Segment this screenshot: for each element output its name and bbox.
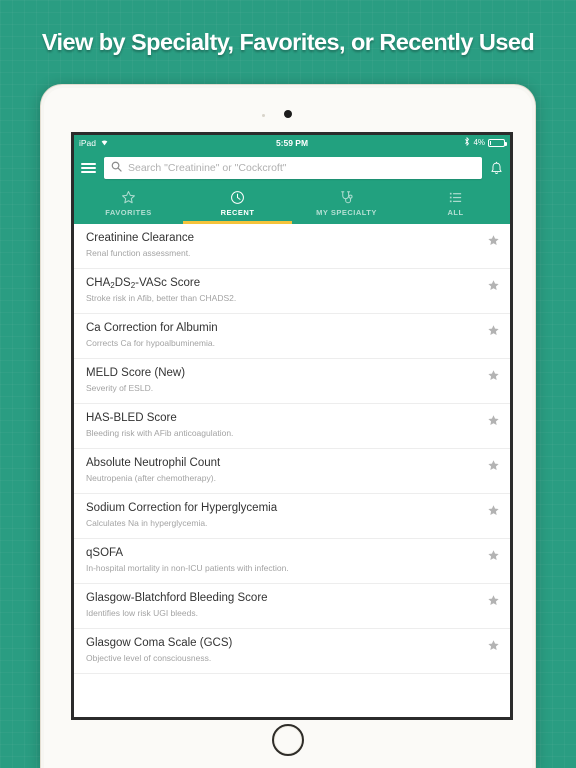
search-placeholder-text: Search "Creatinine" or "Cockcroft" (128, 162, 287, 174)
hamburger-menu-icon[interactable] (81, 163, 96, 173)
list-item[interactable]: CHA2DS2-VASc Score Stroke risk in Afib, b… (74, 269, 510, 314)
promo-headline: View by Specialty, Favorites, or Recentl… (41, 29, 535, 55)
list-item[interactable]: MELD Score (New) Severity of ESLD. (74, 359, 510, 404)
list-item-title: Glasgow-Blatchford Bleeding Score (86, 592, 268, 604)
list-item[interactable]: Creatinine Clearance Renal function asses… (74, 224, 510, 269)
list-item-title: Glasgow Coma Scale (GCS) (86, 637, 233, 649)
list-item-title: Absolute Neutrophil Count (86, 457, 221, 469)
list-item-subtitle: Identifies low risk UGI bleeds. (86, 608, 198, 619)
list-item-subtitle: Renal function assessment. (86, 248, 191, 259)
ios-status-bar: iPad 5:59 PM 4% (74, 135, 510, 150)
tab-bar: FAVORITES RECENT MY SPECIALTY ALL (74, 186, 510, 224)
tab-recent-label: RECENT (220, 208, 255, 217)
battery-icon (488, 138, 507, 147)
tab-recent[interactable]: RECENT (183, 186, 292, 224)
list-item[interactable]: Ca Correction for Albumin Corrects Ca for… (74, 314, 510, 359)
list-item-subtitle: In-hospital mortality in non-ICU patient… (86, 563, 289, 574)
list-item-title: Ca Correction for Albumin (86, 322, 218, 334)
list-item[interactable]: Absolute Neutrophil Count Neutropenia (af… (74, 449, 510, 494)
star-filled-icon[interactable] (487, 324, 500, 337)
list-item-subtitle: Calculates Na in hyperglycemia. (86, 518, 208, 529)
list-item-title: Creatinine Clearance (86, 232, 195, 244)
calculator-list[interactable]: Creatinine Clearance Renal function asses… (74, 224, 510, 717)
list-item-title: MELD Score (New) (86, 367, 186, 379)
battery-percent-label: 4% (473, 138, 485, 147)
search-icon (111, 159, 122, 177)
star-filled-icon[interactable] (487, 414, 500, 427)
star-filled-icon[interactable] (487, 369, 500, 382)
search-input[interactable]: Search "Creatinine" or "Cockcroft" (104, 157, 482, 179)
list-item-subtitle: Neutropenia (after chemotherapy). (86, 473, 216, 484)
list-item-subtitle: Objective level of consciousness. (86, 653, 212, 664)
star-filled-icon[interactable] (487, 504, 500, 517)
list-item-title: CHA2DS2-VASc Score (86, 277, 201, 290)
wifi-icon (100, 138, 109, 148)
list-item-subtitle: Corrects Ca for hypoalbuminemia. (86, 338, 215, 349)
list-item[interactable]: HAS-BLED Score Bleeding risk with AFib an… (74, 404, 510, 449)
star-filled-icon[interactable] (487, 234, 500, 247)
list-item-subtitle: Stroke risk in Afib, better than CHADS2. (86, 293, 237, 304)
status-bar-left: iPad (79, 138, 109, 148)
bluetooth-icon (464, 136, 470, 148)
star-filled-icon[interactable] (487, 639, 500, 652)
star-filled-icon[interactable] (487, 594, 500, 607)
star-filled-icon[interactable] (487, 279, 500, 292)
tab-all-label: ALL (447, 208, 464, 217)
list-item[interactable]: Glasgow-Blatchford Bleeding Score Identif… (74, 584, 510, 629)
ipad-bezel: iPad 5:59 PM 4% Search "Creatinine" or "… (44, 88, 532, 768)
clock-label: 5:59 PM (275, 137, 309, 148)
ipad-screen: iPad 5:59 PM 4% Search "Creatinine" or "… (71, 132, 513, 720)
tab-my-specialty-label: MY SPECIALTY (316, 208, 377, 217)
app-search-bar: Search "Creatinine" or "Cockcroft" (74, 150, 510, 186)
tab-favorites-label: FAVORITES (105, 208, 152, 217)
list-item[interactable]: Sodium Correction for Hyperglycemia Calcu… (74, 494, 510, 539)
carrier-label: iPad (79, 137, 97, 148)
camera-dot-icon (284, 110, 292, 118)
list-item-subtitle: Severity of ESLD. (86, 383, 154, 394)
star-filled-icon[interactable] (487, 459, 500, 472)
list-icon (448, 190, 463, 205)
star-filled-icon[interactable] (487, 549, 500, 562)
ambient-sensor-icon (262, 114, 265, 117)
list-item-title: HAS-BLED Score (86, 412, 177, 424)
stethoscope-icon (339, 190, 354, 205)
home-button-icon[interactable] (272, 724, 304, 756)
tab-all[interactable]: ALL (401, 186, 510, 224)
tab-my-specialty[interactable]: MY SPECIALTY (292, 186, 401, 224)
list-item-title: Sodium Correction for Hyperglycemia (86, 502, 278, 514)
list-item[interactable]: Glasgow Coma Scale (GCS) Objective level … (74, 629, 510, 674)
tab-favorites[interactable]: FAVORITES (74, 186, 183, 224)
bell-icon[interactable] (490, 161, 503, 176)
ipad-device-frame: iPad 5:59 PM 4% Search "Creatinine" or "… (40, 84, 536, 768)
clock-icon (230, 190, 245, 205)
list-item[interactable]: qSOFA In-hospital mortality in non-ICU pa… (74, 539, 510, 584)
list-item-subtitle: Bleeding risk with AFib anticoagulation. (86, 428, 234, 439)
list-item-title: qSOFA (86, 547, 124, 559)
star-outline-icon (121, 190, 136, 205)
status-bar-right: 4% (464, 136, 507, 148)
